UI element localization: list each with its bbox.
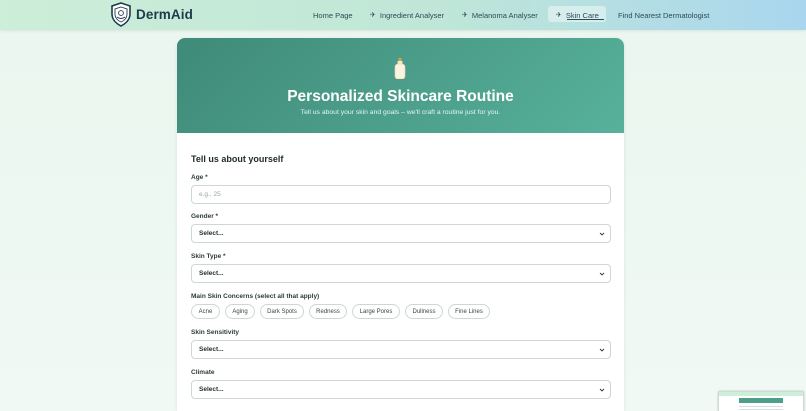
sensitivity-select-value: Select... bbox=[199, 346, 224, 353]
nav-find-dermatologist[interactable]: Find Nearest Dermatologist bbox=[618, 10, 709, 20]
gender-select[interactable]: Select... bbox=[191, 224, 611, 243]
nav-home-page-label: Home Page bbox=[313, 10, 353, 20]
climate-label: Climate bbox=[191, 369, 215, 376]
top-navbar: DermAid Home Page ✈ Ingredient Analyser … bbox=[0, 0, 806, 30]
thumbnail-hero bbox=[739, 398, 783, 403]
lotion-bottle-icon bbox=[394, 58, 406, 79]
gender-label: Gender * bbox=[191, 213, 219, 220]
sparkle-icon: ✈ bbox=[370, 12, 376, 19]
nav-melanoma-analyser-label: Melanoma Analyser bbox=[471, 10, 538, 20]
sparkle-icon: ✈ bbox=[462, 12, 468, 19]
nav-find-dermatologist-label: Find Nearest Dermatologist bbox=[618, 10, 710, 20]
chevron-down-icon bbox=[599, 272, 605, 276]
gender-select-value: Select... bbox=[199, 230, 224, 237]
concern-chip-redness[interactable]: Redness bbox=[309, 304, 347, 319]
age-label: Age * bbox=[191, 174, 208, 181]
brand-name[interactable]: DermAid bbox=[136, 7, 193, 22]
nav-home-page[interactable]: Home Page bbox=[313, 10, 353, 20]
thumbnail-line bbox=[739, 409, 783, 410]
skin-type-label: Skin Type * bbox=[191, 253, 226, 260]
nav-skin-care-label: Skin Care bbox=[565, 10, 599, 20]
sensitivity-select[interactable]: Select... bbox=[191, 340, 611, 359]
thumbnail-line bbox=[739, 406, 783, 407]
chevron-down-icon bbox=[599, 232, 605, 236]
nav-ingredient-analyser[interactable]: ✈ Ingredient Analyser bbox=[370, 10, 444, 20]
page-subtitle: Tell us about your skin and goals – we'l… bbox=[300, 109, 501, 116]
thumbnail-navbar bbox=[719, 392, 803, 396]
concern-chip-large-pores[interactable]: Large Pores bbox=[352, 304, 400, 319]
nav-ingredient-analyser-label: Ingredient Analyser bbox=[379, 10, 445, 20]
screenshot-thumbnail[interactable] bbox=[718, 391, 804, 411]
chevron-down-icon bbox=[599, 388, 605, 392]
section-title: Tell us about yourself bbox=[191, 154, 284, 164]
sensitivity-label: Skin Sensitivity bbox=[191, 329, 240, 336]
nav-melanoma-analyser[interactable]: ✈ Melanoma Analyser bbox=[462, 10, 538, 20]
chevron-down-icon bbox=[599, 348, 605, 352]
concern-chip-dullness[interactable]: Dullness bbox=[405, 304, 443, 319]
climate-select[interactable]: Select... bbox=[191, 380, 611, 399]
skin-type-select[interactable]: Select... bbox=[191, 264, 611, 283]
concern-chip-aging[interactable]: Aging bbox=[225, 304, 255, 319]
concern-chip-acne[interactable]: Acne bbox=[191, 304, 220, 319]
skincare-form-card: Personalized Skincare Routine Tell us ab… bbox=[177, 38, 624, 411]
climate-select-value: Select... bbox=[199, 386, 224, 393]
nav-skin-care[interactable]: ✈ Skin Care bbox=[556, 10, 599, 20]
shield-logo-icon[interactable] bbox=[110, 2, 132, 27]
sparkle-icon: ✈ bbox=[556, 12, 562, 19]
concern-chip-dark-spots[interactable]: Dark Spots bbox=[260, 304, 304, 319]
skin-type-select-value: Select... bbox=[199, 270, 224, 277]
page-title: Personalized Skincare Routine bbox=[287, 88, 514, 105]
concern-chip-fine-lines[interactable]: Fine Lines bbox=[448, 304, 490, 319]
concerns-label: Main Skin Concerns (select all that appl… bbox=[191, 293, 320, 300]
hero-banner: Personalized Skincare Routine Tell us ab… bbox=[177, 38, 624, 133]
age-input[interactable]: e.g., 25 bbox=[191, 185, 611, 204]
